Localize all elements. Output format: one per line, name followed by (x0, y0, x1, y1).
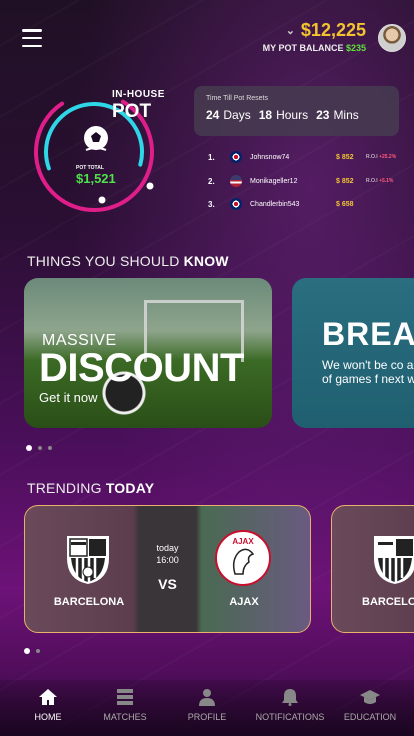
home-icon (39, 689, 57, 705)
soccer-ball-icon (84, 126, 108, 151)
barcelona-crest-icon (374, 536, 414, 584)
bell-icon (282, 689, 298, 706)
home-team: BARCELONA (53, 596, 125, 608)
carousel-dots[interactable] (24, 648, 40, 654)
avatar[interactable] (378, 24, 406, 52)
section-title-part: THINGS YOU SHOULD (27, 253, 184, 269)
promo-card-break[interactable]: BREA We won't be co a lot of games f nex… (292, 278, 414, 428)
rank: 1. (208, 152, 215, 162)
player-points: $ 658 (336, 200, 354, 208)
player-points: $ 852 (336, 153, 354, 161)
roi-label: R.O.I (366, 154, 378, 160)
match-card[interactable]: BARCELONA today 16:00 VS AJAX AJAX (24, 505, 311, 633)
nav-matches[interactable]: MATCHES (85, 688, 165, 722)
balance-display[interactable]: ⌄ $12,225 MY POT BALANCE $235 (263, 20, 366, 53)
promo-card-discount[interactable]: MASSIVE DISCOUNT Get it now (24, 278, 272, 428)
nav-label: EDUCATION (343, 712, 397, 722)
menu-icon[interactable] (22, 29, 42, 47)
pot-balance-value: $235 (345, 43, 366, 53)
pot-balance-label: MY POT BALANCE (262, 43, 344, 53)
nav-education[interactable]: EDUCATION (330, 688, 410, 722)
svg-text:AJAX: AJAX (232, 537, 254, 546)
player-name: Chandlerbin543 (250, 200, 300, 208)
section-title-know: THINGS YOU SHOULD KNOW (27, 253, 229, 269)
chevron-down-icon[interactable]: ⌄ (286, 24, 295, 37)
roi-value: +5.1% (379, 178, 394, 184)
player-points: $ 852 (336, 177, 354, 185)
nav-label: MATCHES (103, 712, 147, 722)
roi-label: R.O.I (366, 178, 378, 184)
leaderboard-row[interactable]: 2. Monikageller12 $ 852 R.O.I +5.1% (208, 174, 398, 188)
uk-flag-icon (230, 198, 242, 210)
section-title-part: TRENDING (27, 480, 106, 496)
section-title-emphasis: KNOW (183, 253, 229, 269)
match-time: today 16:00 (140, 542, 195, 566)
promo-line2: DISCOUNT (39, 346, 244, 390)
match-hour: 16:00 (156, 555, 179, 565)
nav-profile[interactable]: PROFILE (167, 688, 247, 722)
balance-amount: $12,225 (300, 20, 366, 40)
section-title-emphasis: TODAY (105, 480, 155, 496)
player-name: Monikageller12 (250, 177, 298, 185)
roi-value: +25.2% (379, 154, 397, 160)
nav-label: HOME (34, 712, 62, 722)
home-team: BARCELO (362, 596, 414, 608)
pot-reset-timer: Time Till Pot Resets 24 Days 18 Hours 23 Mi… (194, 86, 399, 136)
leaderboard-row[interactable]: 1. Johnsnow74 $ 852 R.O.I +25.2% (208, 150, 398, 164)
bottom-nav: HOME MATCHES PROFILE NOTIFICATIONS EDUCA… (0, 680, 414, 736)
reset-label: Time Till Pot Resets (206, 95, 268, 102)
reset-days: 24 (206, 108, 220, 122)
promo-cta[interactable]: Get it now (39, 390, 98, 405)
away-team: AJAX (229, 596, 259, 608)
pot-title: POT (112, 101, 152, 122)
reset-mins: 23 (316, 108, 330, 122)
nav-notifications[interactable]: NOTIFICATIONS (250, 688, 330, 722)
nav-home[interactable]: HOME (8, 688, 88, 722)
match-day: today (156, 543, 179, 553)
uk-flag-icon (230, 151, 242, 163)
user-icon (199, 689, 215, 706)
pot-title-small: IN-HOUSE (112, 89, 165, 100)
vs-label: VS (158, 576, 177, 592)
nav-label: PROFILE (187, 712, 227, 722)
pot-total-value: $1,521 (76, 171, 116, 186)
rank: 2. (208, 176, 215, 186)
days-unit: Days (223, 108, 251, 122)
graduation-cap-icon (360, 690, 380, 704)
section-title-trending: TRENDING TODAY (27, 480, 154, 496)
nav-label: NOTIFICATIONS (255, 712, 325, 722)
reset-hours: 18 (258, 108, 273, 122)
match-card[interactable]: BARCELO (331, 505, 414, 633)
carousel-dots[interactable] (26, 445, 52, 451)
promo2-desc: We won't be co a lot of games f next wee… (322, 358, 414, 386)
hours-unit: Hours (276, 108, 309, 122)
leaderboard-row[interactable]: 3. Chandlerbin543 $ 658 (208, 197, 398, 211)
promo2-title: BREA (322, 316, 414, 352)
rank: 3. (208, 199, 215, 209)
barcelona-crest-icon (67, 536, 109, 584)
ajax-crest-icon: AJAX (215, 530, 271, 586)
list-icon (117, 689, 133, 705)
us-flag-icon (230, 175, 242, 187)
mins-unit: Mins (333, 108, 359, 122)
player-name: Johnsnow74 (250, 153, 290, 161)
